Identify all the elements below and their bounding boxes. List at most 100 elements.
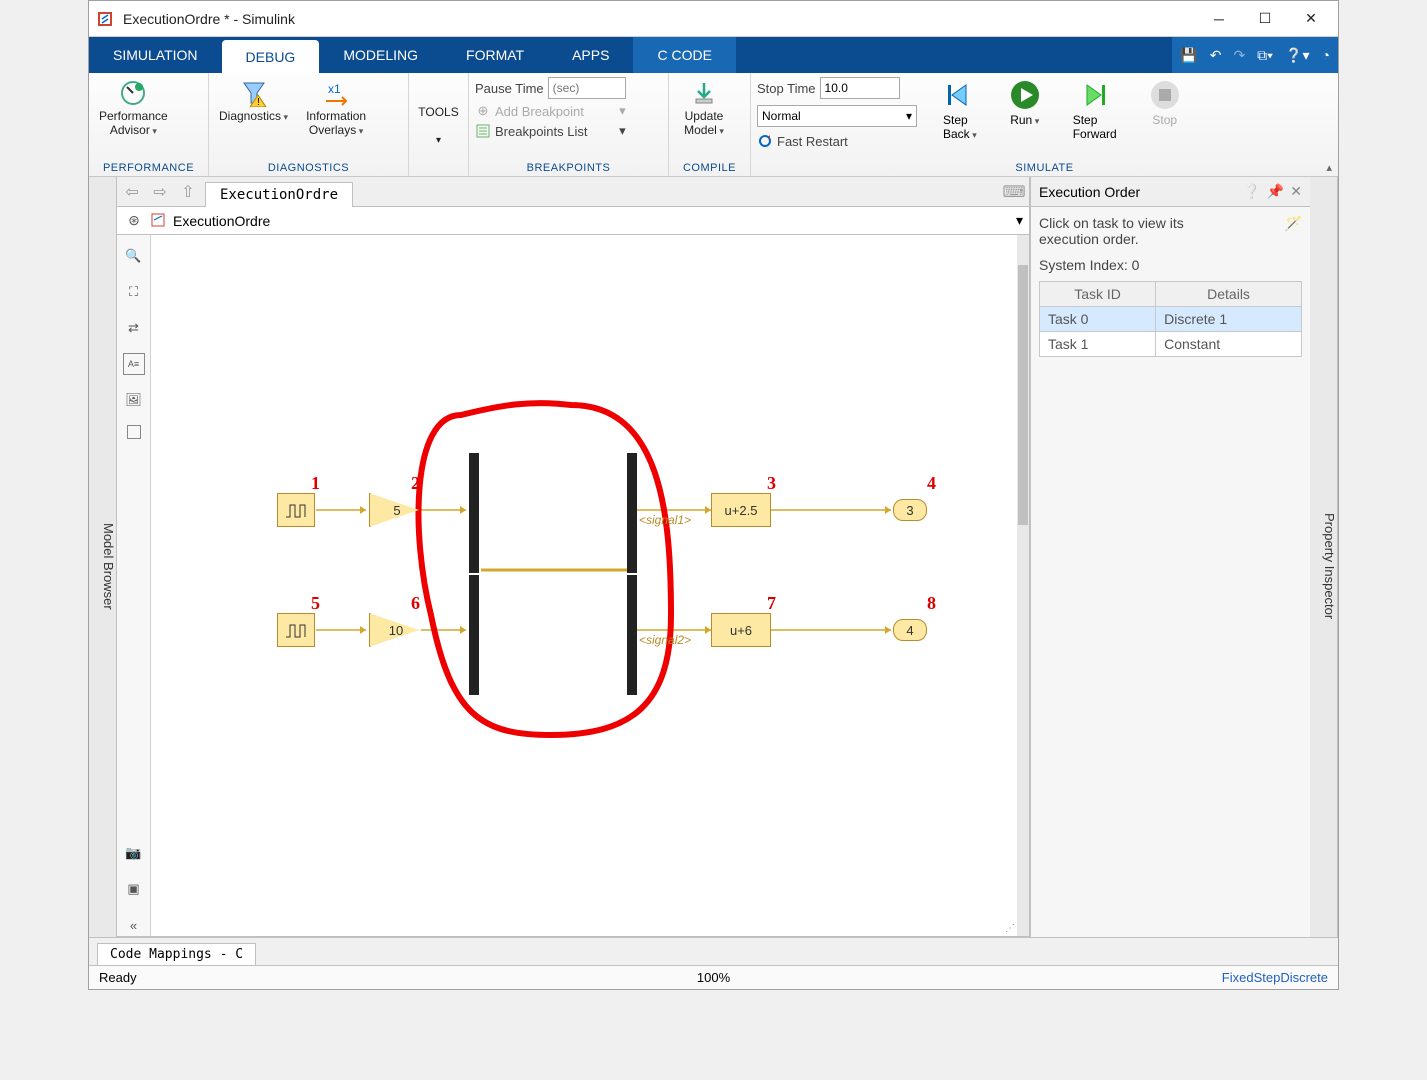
gauge-icon	[119, 79, 147, 107]
add-breakpoint-button[interactable]: ⊕ Add Breakpoint ▾	[475, 103, 626, 119]
annotation-icon[interactable]: A≡	[123, 353, 145, 375]
tools-dropdown[interactable]: TOOLS ▾	[410, 103, 468, 148]
diagnostics-button[interactable]: ! Diagnostics	[215, 77, 292, 125]
breakpoints-group-label: BREAKPOINTS	[475, 160, 662, 174]
property-inspector-tab[interactable]: Property Inspector	[1310, 177, 1338, 937]
performance-advisor-button[interactable]: Performance Advisor	[95, 77, 172, 140]
play-icon	[1009, 79, 1041, 111]
close-panel-icon[interactable]: ✕	[1290, 183, 1302, 200]
nav-back-icon[interactable]: ⇦	[121, 181, 143, 203]
undo-icon[interactable]: ↶	[1210, 47, 1222, 64]
keyboard-icon[interactable]: ⌨	[1003, 181, 1025, 203]
gain-1[interactable]: 5	[369, 493, 419, 527]
nav-fwd-icon[interactable]: ⇨	[149, 181, 171, 203]
status-ready: Ready	[99, 970, 137, 985]
compile-group-label: COMPILE	[675, 160, 744, 174]
order-3: 3	[767, 473, 776, 494]
fit-icon[interactable]: ⛶	[123, 281, 145, 303]
app-icon	[97, 10, 115, 28]
close-button[interactable]: ✕	[1288, 3, 1334, 35]
fcn-2[interactable]: u+6	[711, 613, 771, 647]
resize-grip-icon[interactable]: ⋰	[1005, 923, 1015, 934]
collapse-palette-icon[interactable]: «	[123, 914, 145, 936]
col-details[interactable]: Details	[1156, 282, 1302, 307]
svg-text:x1: x1	[328, 82, 341, 96]
camera-icon[interactable]: 📷	[123, 842, 145, 864]
tab-c-code[interactable]: C CODE	[633, 37, 735, 73]
enter-icon[interactable]: ⊛	[123, 210, 145, 232]
bus-selector-bottom[interactable]	[627, 575, 637, 695]
canvas-body: 🔍 ⛶ ⇄ A≡ 🖼 📷 ▣ «	[117, 235, 1029, 937]
library-icon[interactable]: ▣	[123, 878, 145, 900]
outport-2[interactable]: 4	[893, 619, 927, 641]
update-model-button[interactable]: Update Model	[675, 77, 733, 140]
code-mappings-tab[interactable]: Code Mappings - C	[97, 943, 256, 965]
simulate-group-label: SIMULATE	[757, 160, 1332, 174]
breadcrumb-text[interactable]: ExecutionOrdre	[173, 213, 270, 229]
tab-debug[interactable]: DEBUG	[222, 40, 320, 73]
canvas-nav-bar: ⇦ ⇨ ⇧ ExecutionOrdre ⌨	[117, 177, 1029, 207]
exec-help-icon[interactable]: 🪄	[1285, 215, 1302, 232]
list-icon	[475, 123, 491, 139]
pulse-generator-2[interactable]	[277, 613, 315, 647]
image-icon[interactable]: 🖼	[123, 389, 145, 411]
tab-apps[interactable]: APPS	[548, 37, 633, 73]
overlay-icon: x1	[322, 79, 350, 107]
nav-up-icon[interactable]: ⇧	[177, 181, 199, 203]
crumb-dropdown-icon[interactable]: ▾	[1016, 212, 1023, 229]
simulation-mode-select[interactable]: Normal▾	[757, 105, 917, 127]
fast-restart-button[interactable]: Fast Restart	[757, 133, 917, 149]
signal2-label: <signal2>	[639, 633, 691, 647]
help-icon[interactable]: ❔▾	[1285, 47, 1309, 64]
more-icon[interactable]: ◔	[1322, 47, 1330, 63]
col-task-id[interactable]: Task ID	[1040, 282, 1156, 307]
canvas-palette: 🔍 ⛶ ⇄ A≡ 🖼 📷 ▣ «	[117, 235, 151, 936]
solver-label[interactable]: FixedStepDiscrete	[1222, 970, 1328, 985]
bus-creator-bottom[interactable]	[469, 575, 479, 695]
model-tab[interactable]: ExecutionOrdre	[205, 182, 353, 207]
bus-creator-top[interactable]	[469, 453, 479, 573]
tab-format[interactable]: FORMAT	[442, 37, 548, 73]
pause-time-input[interactable]	[548, 77, 626, 99]
task-row-1[interactable]: Task 1 Constant	[1040, 332, 1302, 357]
help-icon[interactable]: ❔	[1243, 183, 1260, 200]
stop-button[interactable]: Stop	[1143, 77, 1187, 129]
breakpoints-list-button[interactable]: Breakpoints List ▾	[475, 123, 626, 139]
favorites-icon[interactable]: ⧉▾	[1257, 47, 1273, 64]
exec-hint: Click on task to view its execution orde…	[1039, 215, 1302, 247]
box-icon[interactable]	[127, 425, 141, 439]
zoom-tool-icon[interactable]: 🔍	[123, 245, 145, 267]
order-6: 6	[411, 593, 420, 614]
save-icon[interactable]: 💾	[1180, 47, 1197, 64]
gain-2[interactable]: 10	[369, 613, 419, 647]
vscrollbar[interactable]	[1017, 235, 1029, 936]
collapse-ribbon-icon[interactable]: ▴	[1326, 161, 1332, 174]
redo-icon[interactable]: ↷	[1233, 47, 1245, 64]
arrows-icon[interactable]: ⇄	[123, 317, 145, 339]
tab-modeling[interactable]: MODELING	[319, 37, 442, 73]
stop-time-input[interactable]	[820, 77, 900, 99]
model-canvas[interactable]: 1 5 2 <signal1> u+2.5 3 3 4 5 10 6	[151, 235, 1029, 936]
information-overlays-button[interactable]: x1 Information Overlays	[302, 77, 370, 140]
system-index: System Index: 0	[1039, 257, 1302, 273]
order-7: 7	[767, 593, 776, 614]
step-back-button[interactable]: Step Back	[937, 77, 983, 143]
fcn-1[interactable]: u+2.5	[711, 493, 771, 527]
pin-icon[interactable]: 📌	[1267, 183, 1284, 200]
svg-text:!: !	[257, 97, 260, 107]
task-row-0[interactable]: Task 0 Discrete 1	[1040, 307, 1302, 332]
tab-simulation[interactable]: SIMULATION	[89, 37, 222, 73]
run-button[interactable]: Run	[1003, 77, 1047, 129]
pulse-generator-1[interactable]	[277, 493, 315, 527]
order-1: 1	[311, 473, 320, 494]
pause-time-label: Pause Time	[475, 81, 544, 96]
outport-1[interactable]: 3	[893, 499, 927, 521]
maximize-button[interactable]: ☐	[1242, 3, 1288, 35]
zoom-level[interactable]: 100%	[697, 970, 730, 985]
step-forward-button[interactable]: Step Forward	[1067, 77, 1123, 143]
minimize-button[interactable]: ─	[1196, 3, 1242, 35]
simulink-window: ExecutionOrdre * - Simulink ─ ☐ ✕ SIMULA…	[88, 0, 1339, 990]
model-browser-tab[interactable]: Model Browser	[89, 177, 117, 937]
bus-selector-top[interactable]	[627, 453, 637, 573]
stop-icon	[1149, 79, 1181, 111]
